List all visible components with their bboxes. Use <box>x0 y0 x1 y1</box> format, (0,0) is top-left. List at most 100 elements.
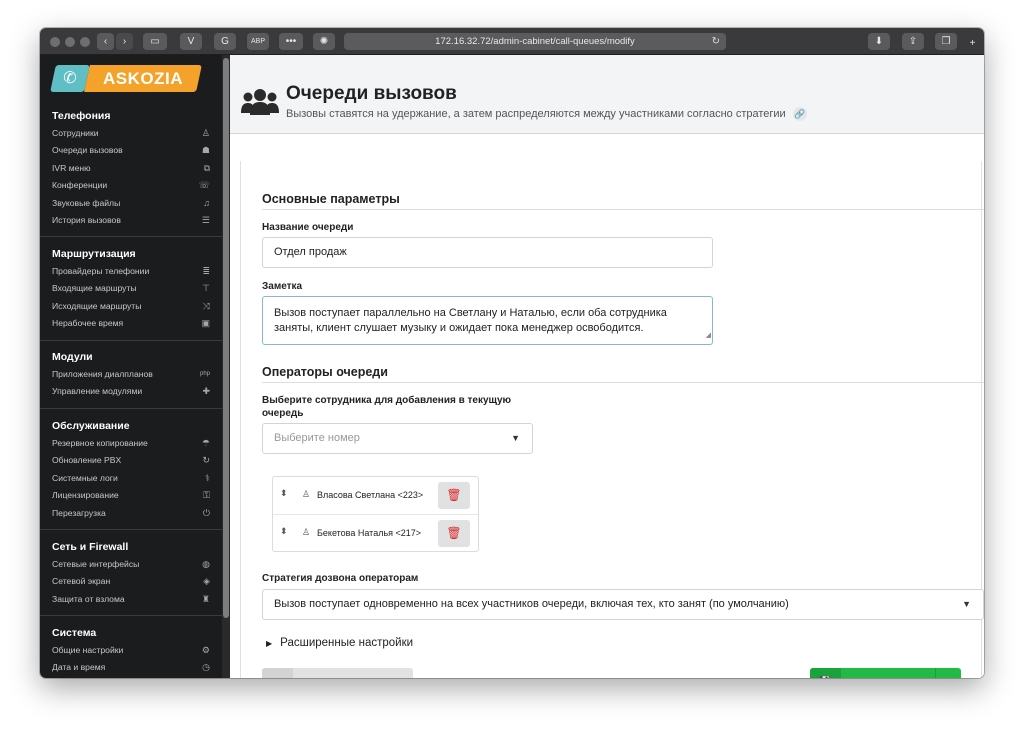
operator-row[interactable]: ⬍ ♙ Власова Светлана <223> 🗑 <box>273 477 478 514</box>
note-label: Заметка <box>262 281 303 292</box>
nav-section-system: Система Общие настройки ⚙ Дата и время ◷ <box>40 624 222 677</box>
extension-g-button[interactable]: G <box>214 33 236 50</box>
users-icon: ☗ <box>201 145 210 156</box>
back-nav-button[interactable]: ‹ <box>97 33 114 50</box>
sidebar-item-module-management[interactable]: Управление модулями ✚ <box>40 383 222 400</box>
sidebar-item-intrusion-protection[interactable]: Защита от взлома ♜ <box>40 591 222 608</box>
extension-v-button[interactable]: V <box>180 33 202 50</box>
reload-icon[interactable]: ↻ <box>712 33 720 50</box>
sidebar-item-conferences[interactable]: Конференции ☏ <box>40 177 222 194</box>
sidebar-item-dialplan-apps[interactable]: Приложения диалпланов php <box>40 366 222 383</box>
sidebar-item-label: Конференции <box>52 180 108 191</box>
sidebar-item-general-settings[interactable]: Общие настройки ⚙ <box>40 642 222 659</box>
sort-handle-icon[interactable]: ⬍ <box>280 488 288 499</box>
strategy-dropdown[interactable]: Вызов поступает одновременно на всех уча… <box>262 589 984 620</box>
sidebar-scrollbar-thumb[interactable] <box>223 58 229 618</box>
sidebar-item-providers[interactable]: Провайдеры телефонии ≣ <box>40 263 222 280</box>
address-bar[interactable]: 172.16.32.72/admin-cabinet/call-queues/m… <box>344 33 726 50</box>
sidebar-item-employees[interactable]: Сотрудники ♙ <box>40 125 222 142</box>
puzzle-icon: ✚ <box>202 386 210 397</box>
cogs-icon: ⚙ <box>201 645 210 655</box>
nav-heading-routing: Маршрутизация <box>52 248 136 260</box>
sidebar-item-call-queues[interactable]: Очереди вызовов ☗ <box>40 142 222 159</box>
back-to-list-button[interactable]: ☰ Назад к списку <box>262 668 413 678</box>
sidebar-item-label: IVR меню <box>52 162 91 173</box>
link-icon[interactable]: 🔗 <box>792 107 807 121</box>
extension-bug-button[interactable]: ✺ <box>313 33 335 50</box>
forward-nav-button[interactable]: › <box>116 33 133 50</box>
extension-more-button[interactable]: ••• <box>279 33 303 50</box>
zoom-window-button[interactable] <box>80 37 90 47</box>
operators-table: ⬍ ♙ Власова Светлана <223> 🗑 ⬍ ♙ Бекетов… <box>272 476 479 552</box>
users-icon <box>241 89 279 115</box>
minimize-window-button[interactable] <box>65 37 75 47</box>
downloads-button[interactable]: ⬇ <box>868 33 890 50</box>
sidebar-item-pbx-update[interactable]: Обновление PBX ↻ <box>40 452 222 469</box>
sidebar-item-off-hours[interactable]: Нерабочее время ▣ <box>40 315 222 332</box>
sidebar-item-licensing[interactable]: Лицензирование ⚿ <box>40 487 222 504</box>
operator-name: Власова Светлана <223> <box>317 490 424 500</box>
share-icon: ⇪ <box>908 36 918 47</box>
strategy-selected-value: Вызов поступает одновременно на всех уча… <box>274 598 789 610</box>
sidebar-item-sound-files[interactable]: Звуковые файлы ♫ <box>40 195 222 212</box>
extension-abp-button[interactable]: ABP <box>247 33 269 50</box>
server-icon: ≣ <box>202 266 210 276</box>
sidebar-item-label: Резервное копирование <box>52 438 148 448</box>
list-icon: ☰ <box>262 668 293 678</box>
new-tab-button[interactable]: + <box>965 35 980 52</box>
sidebar-item-call-history[interactable]: История вызовов ☰ <box>40 212 222 229</box>
nav-section-routing: Маршрутизация Провайдеры телефонии ≣ Вход… <box>40 245 222 333</box>
sidebar-item-label: Очереди вызовов <box>52 145 123 156</box>
trash-icon: 🗑 <box>446 488 462 502</box>
sidebar-item-network-interfaces[interactable]: Сетевые интерфейсы ◍ <box>40 556 222 573</box>
sidebar-item-label: Сетевой экран <box>52 576 111 587</box>
delete-operator-button[interactable]: 🗑 <box>438 520 470 547</box>
operator-select-dropdown[interactable]: Выберите номер ▼ <box>262 423 533 454</box>
queue-name-input[interactable]: Отдел продаж <box>262 237 713 268</box>
sidebar-item-ivr[interactable]: IVR меню ⧉ <box>40 160 222 177</box>
umbrella-icon: ☂ <box>201 438 210 448</box>
sidebar-item-label: Обновление PBX <box>52 455 122 466</box>
sidebar-item-reboot[interactable]: Перезагрузка ⏻ <box>40 505 222 522</box>
caret-right-icon: ▶ <box>266 639 273 648</box>
sidebar-item-backup[interactable]: Резервное копирование ☂ <box>40 435 222 452</box>
power-icon: ⏻ <box>202 507 210 518</box>
sort-handle-icon[interactable]: ⬍ <box>280 526 288 537</box>
sidebar-item-firewall[interactable]: Сетевой экран ◈ <box>40 573 222 590</box>
save-icon: 💾 <box>810 668 841 678</box>
logo-wordmark: ASKOZIA <box>84 65 202 92</box>
sidebar-item-label: Управление модулями <box>52 386 143 397</box>
sidebar-toggle-button[interactable]: ▭ <box>143 33 167 50</box>
askozia-logo[interactable]: ✆ ASKOZIA <box>50 65 203 92</box>
sidebar-item-outgoing-routes[interactable]: Исходящие маршруты ⤨ <box>40 298 222 315</box>
phone-icon: ✆ <box>63 70 77 87</box>
close-window-button[interactable] <box>50 37 60 47</box>
plus-icon: + <box>969 38 976 49</box>
save-options-dropdown[interactable]: ▼ <box>935 668 961 678</box>
caret-down-icon: ▼ <box>962 599 971 609</box>
user-icon: ♙ <box>201 128 210 138</box>
tabs-overview-button[interactable]: ❐ <box>935 33 957 50</box>
save-button[interactable]: 💾 Сохранить ▼ <box>810 668 961 678</box>
page-title: Очереди вызовов <box>286 83 457 104</box>
advanced-settings-toggle[interactable]: ▶ Расширенные настройки <box>266 637 413 649</box>
operator-row[interactable]: ⬍ ♙ Бекетова Наталья <217> 🗑 <box>273 514 478 551</box>
sidebar-item-date-time[interactable]: Дата и время ◷ <box>40 659 222 676</box>
resize-handle-icon[interactable]: ◢ <box>706 328 711 343</box>
note-textarea[interactable]: Вызов поступает параллельно на Светлану … <box>262 296 713 345</box>
divider <box>40 236 222 237</box>
user-secret-icon: ♜ <box>201 593 210 604</box>
sidebar-item-label: Системные логи <box>52 472 118 483</box>
nav-section-telephony: Телефония Сотрудники ♙ Очереди вызовов ☗ I… <box>40 107 222 229</box>
random-icon: ⤨ <box>202 300 210 311</box>
nav-section-modules: Модули Приложения диалпланов php Управлен… <box>40 348 222 401</box>
share-button[interactable]: ⇪ <box>902 33 924 50</box>
divider <box>40 340 222 341</box>
nav-heading-modules: Модули <box>52 351 93 363</box>
save-label: Сохранить <box>857 668 916 678</box>
divider <box>262 382 984 383</box>
delete-operator-button[interactable]: 🗑 <box>438 482 470 509</box>
chevron-left-icon: ‹ <box>103 36 108 47</box>
sidebar-item-incoming-routes[interactable]: Входящие маршруты ⊤ <box>40 280 222 297</box>
sidebar-item-system-logs[interactable]: Системные логи ⚕ <box>40 470 222 487</box>
